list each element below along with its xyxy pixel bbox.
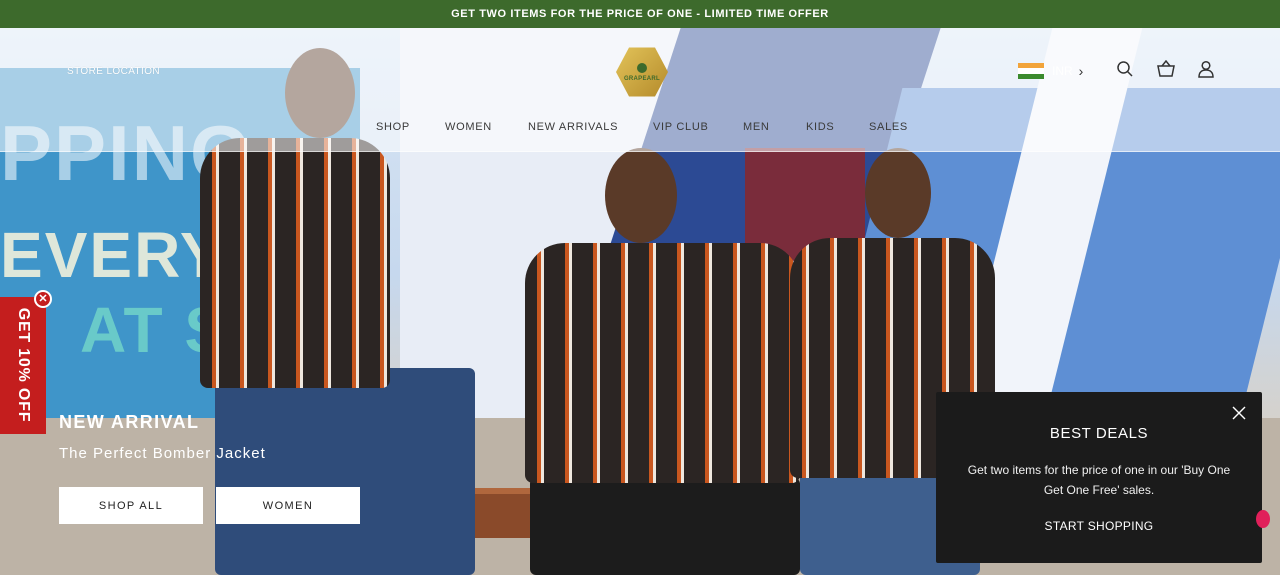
shop-all-button[interactable]: SHOP ALL: [59, 487, 203, 524]
hero-subtitle: The Perfect Bomber Jacket: [59, 445, 266, 462]
logo-text: GRAPEARL: [623, 75, 661, 82]
nav-item-kids[interactable]: KIDS: [806, 121, 834, 133]
india-flag-icon: [1018, 63, 1044, 79]
account-icon: [1198, 60, 1214, 78]
chevron-right-icon: ›: [1078, 63, 1084, 79]
best-deals-popup: BEST DEALS Get two items for the price o…: [936, 392, 1262, 563]
popup-title: BEST DEALS: [1049, 425, 1149, 442]
promo-tab-label: GET 10% OFF: [15, 307, 32, 423]
cart-icon: [1157, 60, 1175, 77]
main-nav: SHOP WOMEN NEW ARRIVALS VIP CLUB MEN KID…: [0, 121, 1280, 137]
model-man-seated: [520, 148, 810, 575]
nav-item-vip-club[interactable]: VIP CLUB: [653, 121, 709, 133]
announcement-bar: GET TWO ITEMS FOR THE PRICE OF ONE - LIM…: [0, 0, 1280, 28]
search-button[interactable]: [1114, 58, 1136, 80]
nav-item-women[interactable]: WOMEN: [445, 121, 492, 133]
nav-item-men[interactable]: MEN: [743, 121, 770, 133]
logo-mark-icon: [637, 62, 647, 73]
account-button[interactable]: [1195, 58, 1217, 80]
hero-title: NEW ARRIVAL: [59, 412, 200, 432]
close-icon: [1232, 406, 1246, 420]
nav-item-sales[interactable]: SALES: [869, 121, 908, 133]
discount-promo-tab[interactable]: GET 10% OFF: [0, 297, 46, 434]
site-header: STORE LOCATION GRAPEARL INR › SHOP WOMEN…: [0, 28, 1280, 152]
search-icon: [1117, 61, 1133, 77]
promo-close-button[interactable]: ✕: [34, 290, 52, 308]
logo-badge: GRAPEARL: [616, 47, 668, 97]
chat-widget-icon[interactable]: [1256, 510, 1270, 528]
popup-text: Get two items for the price of one in ou…: [967, 463, 1231, 497]
store-location-link[interactable]: STORE LOCATION: [67, 66, 160, 77]
start-shopping-link[interactable]: START SHOPPING: [936, 519, 1262, 533]
announcement-text: GET TWO ITEMS FOR THE PRICE OF ONE - LIM…: [451, 8, 829, 20]
nav-item-new-arrivals[interactable]: NEW ARRIVALS: [528, 121, 618, 133]
cart-button[interactable]: [1155, 58, 1177, 80]
currency-selector[interactable]: INR ›: [1018, 58, 1083, 84]
nav-item-shop[interactable]: SHOP: [376, 121, 410, 133]
flag-stripe-green: [1018, 73, 1044, 79]
popup-close-button[interactable]: [1230, 404, 1248, 422]
currency-code: INR: [1052, 64, 1073, 78]
logo[interactable]: GRAPEARL: [616, 46, 668, 98]
close-icon: ✕: [38, 292, 48, 305]
women-button[interactable]: WOMEN: [216, 487, 360, 524]
